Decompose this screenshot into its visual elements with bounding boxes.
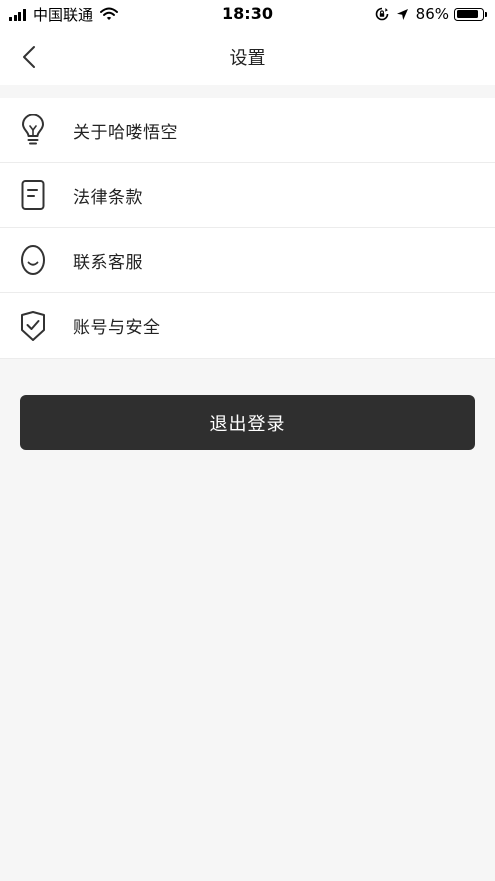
back-button[interactable] <box>14 42 44 72</box>
status-left: 中国联通 <box>9 4 119 24</box>
menu-item-customer-service[interactable]: 联系客服 <box>0 228 495 293</box>
battery-icon <box>454 7 487 21</box>
chevron-left-icon <box>23 46 35 68</box>
location-icon <box>396 8 409 21</box>
carrier-label: 中国联通 <box>33 5 94 24</box>
menu-item-account-security[interactable]: 账号与安全 <box>0 293 495 359</box>
signal-icon <box>9 8 27 21</box>
lightbulb-icon <box>18 113 48 147</box>
battery-fill <box>456 10 478 18</box>
orientation-lock-icon <box>375 7 389 21</box>
status-bar: 中国联通 18:30 86% <box>0 0 495 28</box>
menu-item-label: 账号与安全 <box>73 318 161 338</box>
settings-menu: 关于哈喽悟空 法律条款 联系客服 账号与安全 <box>0 98 495 359</box>
wifi-icon <box>100 7 119 21</box>
nav-bar: 设置 <box>0 28 495 85</box>
page-title: 设置 <box>229 48 266 69</box>
smile-face-icon <box>18 243 48 277</box>
menu-item-legal[interactable]: 法律条款 <box>0 163 495 228</box>
logout-button[interactable]: 退出登录 <box>20 395 475 450</box>
menu-item-label: 关于哈喽悟空 <box>73 122 178 143</box>
menu-item-about[interactable]: 关于哈喽悟空 <box>0 98 495 163</box>
menu-item-label: 联系客服 <box>73 252 143 273</box>
status-right: 86% <box>375 4 487 24</box>
menu-item-label: 法律条款 <box>73 187 143 208</box>
battery-percent: 86% <box>415 5 449 23</box>
document-icon <box>18 178 48 212</box>
shield-check-icon <box>18 309 48 343</box>
